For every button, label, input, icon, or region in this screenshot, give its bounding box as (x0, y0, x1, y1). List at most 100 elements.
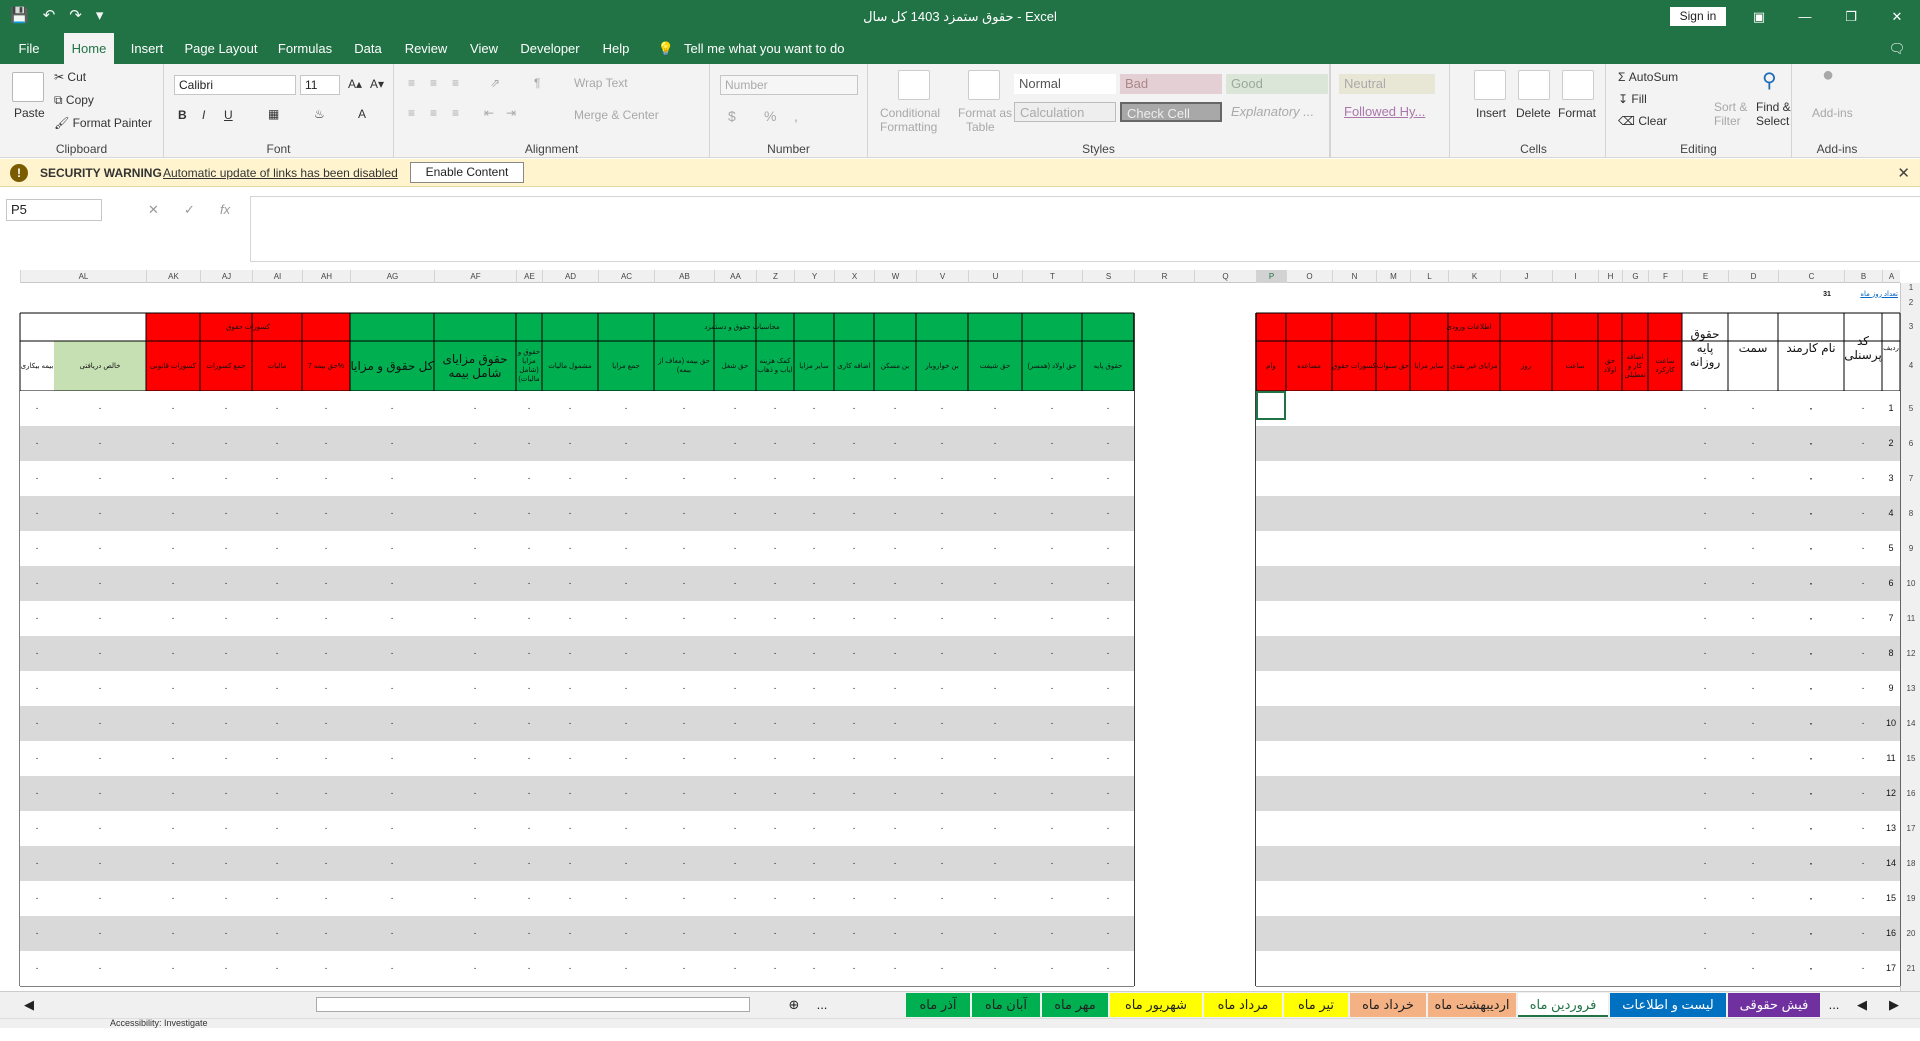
row-index-cell[interactable]: 1 (1882, 391, 1900, 426)
value-cell[interactable]: ٠ (54, 531, 146, 566)
value-cell[interactable]: ٠ (1728, 916, 1778, 951)
currency-button[interactable]: $ (728, 108, 736, 124)
value-cell[interactable]: ٠ (834, 881, 874, 916)
value-cell[interactable]: ٠ (252, 601, 302, 636)
value-cell[interactable]: ٠ (350, 671, 434, 706)
value-cell[interactable]: ٠ (146, 916, 200, 951)
value-cell[interactable]: ٠ (1728, 846, 1778, 881)
value-cell[interactable]: ٠ (1844, 916, 1882, 951)
value-cell[interactable]: ٠ (516, 811, 542, 846)
value-cell[interactable]: ٠ (200, 391, 252, 426)
value-cell[interactable]: ٠ (516, 636, 542, 671)
value-cell[interactable]: ٠ (1778, 461, 1844, 496)
value-cell[interactable]: ٠ (20, 811, 54, 846)
value-cell[interactable]: ٠ (874, 496, 916, 531)
value-cell[interactable]: ٠ (598, 461, 654, 496)
value-cell[interactable]: ٠ (302, 811, 350, 846)
value-cell[interactable]: ٠ (756, 671, 794, 706)
value-cell[interactable]: ٠ (654, 531, 714, 566)
row-index-cell[interactable]: 6 (1882, 566, 1900, 601)
value-cell[interactable]: ٠ (1844, 426, 1882, 461)
value-cell[interactable]: ٠ (350, 391, 434, 426)
clear-button[interactable]: ⌫ Clear (1618, 114, 1667, 128)
value-cell[interactable]: ٠ (350, 461, 434, 496)
ribbon-display-icon[interactable]: ▣ (1736, 0, 1782, 33)
value-cell[interactable]: ٠ (1778, 811, 1844, 846)
tab-file[interactable]: File (8, 33, 50, 64)
value-cell[interactable]: ٠ (252, 776, 302, 811)
value-cell[interactable]: ٠ (200, 461, 252, 496)
value-cell[interactable]: ٠ (252, 741, 302, 776)
value-cell[interactable]: ٠ (1728, 706, 1778, 741)
value-cell[interactable]: ٠ (756, 741, 794, 776)
value-cell[interactable]: ٠ (1022, 951, 1082, 986)
scroll-left-icon[interactable]: ◀ (22, 993, 36, 1017)
value-cell[interactable]: ٠ (200, 601, 252, 636)
value-cell[interactable]: ٠ (1082, 706, 1134, 741)
value-cell[interactable]: ٠ (146, 496, 200, 531)
value-cell[interactable]: ٠ (1728, 531, 1778, 566)
orientation-icon[interactable]: ⇗ (490, 76, 500, 90)
value-cell[interactable]: ٠ (200, 426, 252, 461)
value-cell[interactable]: ٠ (714, 496, 756, 531)
value-cell[interactable]: ٠ (654, 881, 714, 916)
value-cell[interactable]: ٠ (756, 566, 794, 601)
value-cell[interactable]: ٠ (794, 916, 834, 951)
value-cell[interactable]: ٠ (1778, 601, 1844, 636)
value-cell[interactable]: ٠ (1728, 671, 1778, 706)
value-cell[interactable]: ٠ (714, 391, 756, 426)
value-cell[interactable]: ٠ (54, 566, 146, 601)
value-cell[interactable]: ٠ (434, 461, 516, 496)
sheet-tab[interactable]: آبان ماه (972, 993, 1040, 1017)
value-cell[interactable]: ٠ (516, 776, 542, 811)
value-cell[interactable]: ٠ (252, 916, 302, 951)
sort-filter-label-2[interactable]: Filter (1714, 114, 1741, 128)
tab-page-layout[interactable]: Page Layout (180, 33, 262, 64)
value-cell[interactable]: ٠ (794, 566, 834, 601)
close-icon[interactable]: ✕ (1874, 0, 1920, 33)
value-cell[interactable]: ٠ (302, 566, 350, 601)
value-cell[interactable]: ٠ (654, 916, 714, 951)
bold-button[interactable]: B (178, 108, 187, 122)
value-cell[interactable]: ٠ (20, 461, 54, 496)
value-cell[interactable]: ٠ (542, 496, 598, 531)
row-index-cell[interactable]: 14 (1882, 846, 1900, 881)
close-warning-icon[interactable]: ✕ (1897, 164, 1910, 182)
value-cell[interactable]: ٠ (434, 846, 516, 881)
value-cell[interactable]: ٠ (200, 951, 252, 986)
align-center-icon[interactable]: ≡ (430, 106, 437, 120)
value-cell[interactable]: ٠ (516, 846, 542, 881)
tab-help[interactable]: Help (596, 33, 636, 64)
new-sheet-icon[interactable]: ⊕ (784, 993, 804, 1017)
value-cell[interactable]: ٠ (1844, 951, 1882, 986)
value-cell[interactable]: ٠ (54, 496, 146, 531)
value-cell[interactable]: ٠ (598, 671, 654, 706)
row-index-cell[interactable]: 5 (1882, 531, 1900, 566)
value-cell[interactable]: ٠ (1022, 811, 1082, 846)
value-cell[interactable]: ٠ (20, 391, 54, 426)
value-cell[interactable]: ٠ (1778, 881, 1844, 916)
value-cell[interactable]: ٠ (1778, 426, 1844, 461)
value-cell[interactable]: ٠ (54, 916, 146, 951)
value-cell[interactable]: ٠ (252, 391, 302, 426)
style-bad[interactable]: Bad (1120, 74, 1222, 94)
value-cell[interactable]: ٠ (968, 916, 1022, 951)
value-cell[interactable]: ٠ (714, 531, 756, 566)
value-cell[interactable]: ٠ (916, 391, 968, 426)
value-cell[interactable]: ٠ (54, 741, 146, 776)
row-index-cell[interactable]: 13 (1882, 811, 1900, 846)
value-cell[interactable]: ٠ (794, 531, 834, 566)
value-cell[interactable]: ٠ (20, 531, 54, 566)
tab-data[interactable]: Data (348, 33, 388, 64)
value-cell[interactable]: ٠ (1022, 531, 1082, 566)
style-neutral[interactable]: Neutral (1339, 74, 1435, 94)
value-cell[interactable]: ٠ (1778, 916, 1844, 951)
value-cell[interactable]: ٠ (542, 531, 598, 566)
italic-button[interactable]: I (202, 108, 205, 122)
value-cell[interactable]: ٠ (20, 706, 54, 741)
value-cell[interactable]: ٠ (1022, 426, 1082, 461)
value-cell[interactable]: ٠ (434, 531, 516, 566)
value-cell[interactable]: ٠ (598, 496, 654, 531)
value-cell[interactable]: ٠ (794, 391, 834, 426)
value-cell[interactable]: ٠ (434, 601, 516, 636)
